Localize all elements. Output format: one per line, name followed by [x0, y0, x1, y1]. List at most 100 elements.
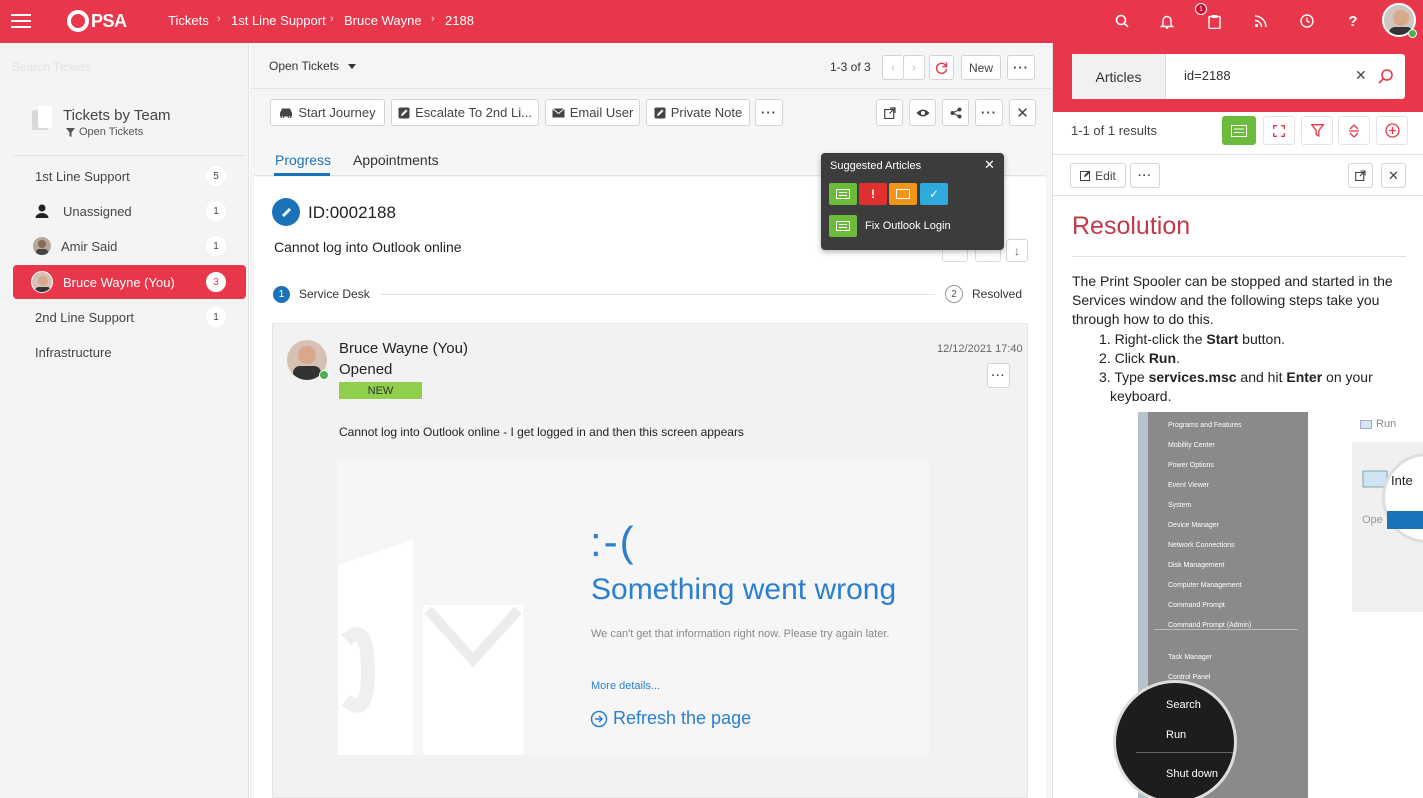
share-icon[interactable] [942, 99, 969, 126]
breadcrumb-tickets[interactable]: Tickets [168, 13, 209, 28]
hamburger-menu-icon[interactable] [10, 10, 32, 32]
article-step: 3. Type services.msc and hit Enter on yo… [1099, 369, 1373, 404]
alert-icon[interactable]: ! [859, 183, 887, 205]
suggested-article-link[interactable]: Fix Outlook Login [865, 220, 951, 232]
breadcrumb-team[interactable]: 1st Line Support [231, 13, 326, 28]
eye-icon[interactable] [909, 99, 936, 126]
attached-screenshot[interactable]: :-( Something went wrong We can't get th… [338, 460, 929, 755]
clock-icon[interactable] [1296, 10, 1318, 32]
run-open-label: Ope [1362, 514, 1383, 526]
tab-progress[interactable]: Progress [275, 152, 331, 168]
app-logo[interactable]: PSA [66, 9, 127, 33]
sidebar-search-input[interactable]: Search Tickets [12, 60, 91, 74]
sidebar-item-amir-said[interactable]: Amir Said 1 [13, 229, 246, 263]
list-more-button[interactable]: ··· [1007, 55, 1035, 80]
pager-text: 1-3 of 3 [830, 60, 871, 74]
close-article-icon[interactable]: ✕ [1381, 163, 1406, 188]
help-icon[interactable]: ? [1342, 10, 1364, 32]
clipboard-icon[interactable] [1203, 10, 1225, 32]
divider [1154, 629, 1298, 630]
sidebar-item-label: 2nd Line Support [35, 309, 135, 325]
breadcrumb-ticket[interactable]: 2188 [445, 13, 474, 28]
edit-article-button[interactable]: Edit [1070, 163, 1126, 188]
person-icon [35, 204, 49, 218]
article-step: 1. Right-click the Start button. [1099, 331, 1285, 347]
stage-number: 2 [945, 285, 963, 303]
rss-icon[interactable] [1249, 10, 1271, 32]
private-note-button[interactable]: Private Note [646, 99, 750, 126]
breadcrumb-separator: › [330, 13, 334, 25]
sidebar-item-label: Bruce Wayne (You) [63, 274, 175, 290]
sidebar-item-bruce-wayne[interactable]: Bruce Wayne (You) 3 [13, 265, 246, 299]
tab-appointments[interactable]: Appointments [353, 152, 439, 168]
active-tab-indicator [274, 173, 330, 176]
avatar [33, 237, 51, 255]
email-user-button[interactable]: Email User [545, 99, 640, 126]
close-ticket-icon[interactable]: ✕ [1009, 99, 1036, 126]
expand-icon[interactable] [1263, 116, 1295, 145]
car-icon [280, 108, 293, 118]
app-logo-text: PSA [91, 10, 127, 31]
notification-badge: 1 [1195, 3, 1207, 15]
divider [1053, 195, 1423, 196]
prev-page-button[interactable]: ‹ [882, 55, 904, 80]
next-page-button[interactable]: › [903, 55, 925, 80]
filter-icon[interactable] [1301, 116, 1333, 145]
edit-icon [398, 107, 410, 118]
bell-icon[interactable] [1156, 10, 1178, 32]
entry-author: Bruce Wayne (You) [339, 340, 468, 357]
sidebar-item-1st-line-support[interactable]: 1st Line Support 5 [13, 159, 246, 193]
open-external-icon[interactable] [1348, 163, 1373, 188]
escalate-button[interactable]: Escalate To 2nd Li... [391, 99, 539, 126]
clear-search-icon[interactable]: ✕ [1355, 67, 1367, 84]
filter-icon [66, 127, 75, 137]
ticket-id: ID:0002188 [308, 203, 396, 222]
sort-icon[interactable] [1338, 116, 1370, 145]
sidebar-item-count: 1 [206, 307, 226, 327]
sidebar-item-count: 1 [206, 201, 226, 221]
sidebar-item-count: 1 [206, 236, 226, 256]
close-icon[interactable]: ✕ [984, 157, 995, 173]
articles-tab[interactable]: Articles [1072, 54, 1166, 99]
start-menu-item: Computer Management [1168, 582, 1242, 589]
entry-date: 12/12/2021 17:40 [937, 343, 1023, 355]
divider [1053, 154, 1423, 155]
ticket-list-filter[interactable]: Open Tickets [269, 59, 357, 73]
article-more-button[interactable]: ··· [1130, 163, 1160, 188]
add-icon[interactable] [1376, 116, 1408, 145]
start-menu-item: Power Options [1168, 462, 1214, 469]
start-menu-item: Disk Management [1168, 562, 1225, 569]
start-menu-item: Task Manager [1168, 654, 1212, 661]
divider [13, 155, 246, 156]
search-icon[interactable] [1378, 68, 1394, 87]
sidebar-item-2nd-line-support[interactable]: 2nd Line Support 1 [13, 300, 246, 334]
stage-service-desk[interactable]: Service Desk [299, 287, 370, 301]
article-view-icon[interactable] [1222, 116, 1256, 145]
sidebar-item-infrastructure[interactable]: Infrastructure [13, 335, 246, 369]
new-ticket-button[interactable]: New [961, 55, 1001, 80]
article-step: 2. Click Run. [1099, 350, 1180, 366]
search-icon[interactable] [1111, 10, 1133, 32]
check-icon[interactable]: ✓ [920, 183, 948, 205]
entry-more-button[interactable]: ··· [987, 363, 1010, 388]
sidebar-title[interactable]: Tickets by Team [63, 107, 171, 124]
top-bar: PSA Tickets › 1st Line Support › Bruce W… [0, 0, 1423, 43]
ticket-type-icon[interactable] [889, 183, 917, 205]
popup-title: Suggested Articles [830, 160, 922, 172]
start-journey-button[interactable]: Start Journey [270, 99, 385, 126]
sidebar-item-unassigned[interactable]: Unassigned 1 [13, 194, 246, 228]
ticket-more-button[interactable]: ··· [975, 99, 1003, 126]
articles-search-input[interactable]: id=2188 [1184, 68, 1231, 83]
stage-resolved[interactable]: Resolved [972, 287, 1022, 301]
breadcrumb-agent[interactable]: Bruce Wayne [344, 13, 422, 28]
actions-more-button[interactable]: ··· [755, 99, 783, 126]
open-external-icon[interactable] [876, 99, 903, 126]
breadcrumb-separator: › [217, 13, 221, 25]
divider [1072, 256, 1406, 257]
download-icon[interactable]: ↓ [1006, 239, 1028, 262]
article-type-icon[interactable] [829, 183, 857, 205]
suggested-articles-popup: Suggested Articles ✕ ! ✓ Fix Outlook Log… [821, 153, 1004, 250]
start-menu-item: System [1168, 502, 1192, 509]
zoom-item: Run [1166, 729, 1187, 741]
refresh-icon[interactable] [929, 55, 954, 80]
